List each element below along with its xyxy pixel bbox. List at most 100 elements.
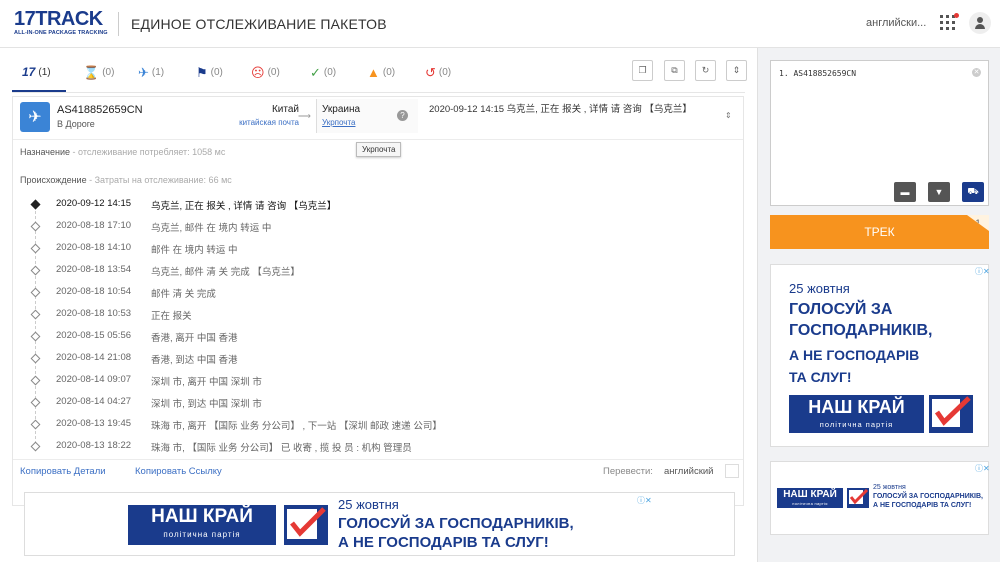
card-divider [13,139,743,140]
ad-brand-subtitle: політична партія [792,501,828,506]
origin-label: Происхождение [20,175,87,185]
carrier-select-button[interactable]: ⛟ [962,182,984,202]
tab-expired[interactable]: ↺ (0) [425,63,451,81]
copy-link-link[interactable]: Копировать Ссылку [135,466,222,477]
origin-carrier-link[interactable]: китайская почта [239,118,299,127]
origin-info: Китай китайская почта [239,104,299,127]
ad-date: 25 жовтня [873,484,906,491]
origin-tracking-info: Происхождение - Затраты на отслеживание:… [20,175,232,185]
result-header[interactable]: ✈ AS418852659CN В Дороге Китай китайская… [13,97,743,139]
tab-in-transit[interactable]: ✈ (1) [138,63,164,81]
ad-choices-icon[interactable]: ⓘ✕ [975,464,990,474]
translate-language-select[interactable]: английский [664,466,713,477]
tracking-results-panel: 17 (1) ⌛ (0) ✈ (1) ⚑ (0) ☹ (0) ✓ (0) ▲ (… [0,48,757,562]
copy-icon: ❐ [638,65,647,75]
ad-brand-logo: НАШ КРАЙ політична партія [128,505,276,545]
timeline-dot-icon [30,397,41,408]
translate-label: Перевести: [603,466,653,477]
timeline-dot-icon [30,243,41,254]
ad-slogan-line2: А НЕ ГОСПОДАРІВ ТА СЛУГ! [338,534,549,551]
destination-timing: - отслеживание потребляет: 1058 мс [70,147,226,157]
ad-checkmark-icon [847,488,869,508]
event-date: 2020-08-18 13:54 [56,264,132,275]
timeline-event: 2020-08-18 10:54 邮件 清 关 完成 [13,284,743,306]
sidebar-ad-banner[interactable]: ⓘ✕ 25 жовтня ГОЛОСУЙ ЗА ГОСПОДАРНИКІВ, А… [770,264,990,447]
refresh-button[interactable]: ↻ [695,60,716,81]
copy-button[interactable]: ❐ [632,60,653,81]
ad-brand-logo: НАШ КРАЙ політична партія [777,488,843,508]
timeline-dot-icon [30,353,41,364]
event-description: 珠海 市, 离开 【国际 业务 分公司】 , 下一站 【深圳 邮政 速递 公司】 [151,421,442,432]
in-transit-plane-icon: ✈ [20,102,50,132]
ad-brand-logo: НАШ КРАЙ політична партія [789,395,924,433]
timeline-dot-icon [30,287,41,298]
clear-input-icon[interactable]: ✕ [972,68,981,77]
ad-date: 25 жовтня [789,281,850,296]
user-avatar-icon[interactable] [969,12,991,34]
timeline-dot-icon [30,199,41,210]
timeline-event: 2020-08-14 21:08 香港, 到达 中国 香港 [13,350,743,372]
timeline-event: 2020-09-12 14:15 乌克兰, 正在 报关 , 详情 请 咨询 【乌克… [13,196,743,218]
timeline-dot-icon [30,265,41,276]
event-date: 2020-08-13 19:45 [56,418,132,429]
ad-slogan-line2: А НЕ ГОСПОДАРІВ ТА СЛУГ! [873,502,972,509]
collapse-button[interactable]: ⇕ [726,60,747,81]
help-icon[interactable]: ? [397,110,408,121]
event-description: 正在 报关 [151,311,192,322]
timeline-event: 2020-08-13 19:45 珠海 市, 离开 【国际 业务 分公司】 , 下… [13,416,743,438]
timeline-event: 2020-08-18 17:10 乌克兰, 邮件 在 境内 转运 中 [13,218,743,240]
event-description: 乌克兰, 邮件 清 关 完成 【乌克兰】 [151,267,300,278]
tab-count: (0) [102,66,115,78]
ad-brand-name: НАШ КРАЙ [808,397,905,417]
tab-undelivered[interactable]: ☹ (0) [251,63,280,81]
collapse-icon: ⇕ [732,65,741,75]
ad-choices-icon[interactable]: ⓘ✕ [975,267,990,277]
ad-choices-icon[interactable]: ⓘ✕ [637,496,652,506]
track-button[interactable]: ТРЕК 1 [770,215,989,249]
tab-all[interactable]: 17 (1) [22,63,51,81]
tab-delivered[interactable]: ✓ (0) [310,63,336,81]
event-description: 深圳 市, 到达 中国 深圳 市 [151,399,262,410]
timeline-event: 2020-08-18 14:10 邮件 在 境内 转运 中 [13,240,743,262]
tab-pickup[interactable]: ⚑ (0) [196,63,223,81]
carrier-tooltip: Укрпочта [356,142,402,157]
ad-date: 25 жовтня [338,497,399,512]
tabs-divider [12,92,745,93]
event-date: 2020-08-18 17:10 [56,220,132,231]
language-select[interactable]: английски... [866,17,926,29]
timeline-dot-icon [30,309,41,320]
tracking-number: AS418852659CN [57,104,143,116]
tracking-status: В Дороге [57,119,95,129]
timeline-dot-icon [30,375,41,386]
timeline-event: 2020-08-18 10:53 正在 报关 [13,306,743,328]
tracking-number-input[interactable]: 1. AS418852659CN ✕ ▬ ▼ ⛟ [770,60,989,206]
track-count-badge: 1 [967,215,989,231]
apps-grid-icon[interactable] [940,15,956,31]
logo-text: 17TRACK [14,8,103,30]
delete-button[interactable]: ▬ [894,182,916,202]
copy-details-link[interactable]: Копировать Детали [20,466,106,477]
event-date: 2020-08-14 21:08 [56,352,132,363]
event-date: 2020-08-14 09:07 [56,374,132,385]
expand-collapse-icon[interactable]: ⇕ [725,111,732,120]
bottom-ad-banner[interactable]: НАШ КРАЙ політична партія 25 жовтня ГОЛО… [24,492,735,556]
logo-17track[interactable]: 17TRACK ALL-IN-ONE PACKAGE TRACKING [14,9,108,36]
route-arrow-icon: ⟶ [298,111,311,121]
translate-toggle[interactable] [725,464,739,478]
top-header: 17TRACK ALL-IN-ONE PACKAGE TRACKING ЕДИН… [0,0,1000,48]
event-description: 香港, 离开 中国 香港 [151,333,238,344]
tab-alert[interactable]: ▲ (0) [367,63,395,81]
tab-count: (1) [38,66,51,78]
ad-slogan-line3: А НЕ ГОСПОДАРІВ [789,347,920,363]
event-description: 珠海 市, 【国际 业务 分公司】 已 收寄 , 揽 投 员 : 机构 管理员 [151,443,412,454]
tab-count: (0) [438,66,452,78]
tab-not-found[interactable]: ⌛ (0) [83,63,114,81]
event-date: 2020-08-14 04:27 [56,396,132,407]
event-description: 邮件 在 境内 转运 中 [151,245,238,256]
destination-label: Назначение [20,147,71,157]
copy-all-button[interactable]: ⧉ [664,60,685,81]
copy-all-icon: ⧉ [671,65,678,75]
filter-button[interactable]: ▼ [928,182,950,202]
destination-carrier-link[interactable]: Укрпочта [322,118,360,127]
sidebar-small-ad-banner[interactable]: ⓘ✕ НАШ КРАЙ політична партія 25 жовтня Г… [770,461,990,535]
